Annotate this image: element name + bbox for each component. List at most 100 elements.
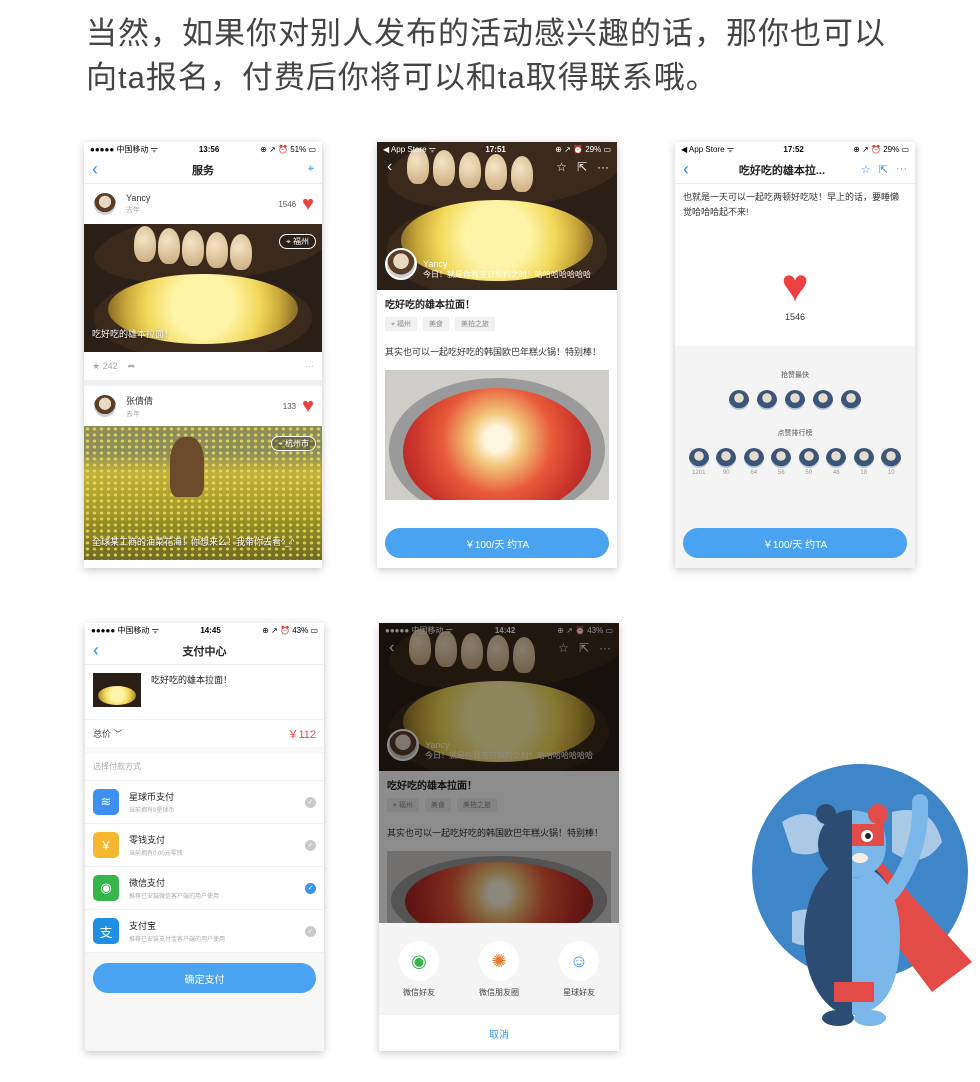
status-time: 17:52 (783, 144, 804, 154)
rank-item[interactable]: 50 (798, 448, 819, 476)
star-icon[interactable]: ★ 242 (92, 361, 118, 372)
author-overlay[interactable]: Yancy 今日！就是你我签订契约之时！哈哈哈哈哈哈哈 (385, 248, 591, 280)
location-tag[interactable]: ⌖ 杭州市 (271, 436, 316, 451)
back-icon[interactable]: ‹ (387, 158, 392, 176)
rank-item[interactable]: 56 (771, 448, 792, 476)
post-photo[interactable]: ⌖ 福州 吃好吃的雄本拉面！ (84, 224, 322, 352)
heart-icon[interactable]: ♥ (302, 396, 314, 416)
rank-item[interactable]: 48 (826, 448, 847, 476)
tag-label: 福州 (396, 321, 411, 328)
tag[interactable]: 美拍之旅 (454, 317, 495, 331)
status-bar: ◀ App Store ᯤ 17:51 ⊕ ↗ ⏰ 29% ▭ (377, 142, 617, 156)
payment-method-coin[interactable]: ≋ 星球币支付 当前拥有0星球币 ✓ (85, 781, 324, 824)
post-header[interactable]: 张倩倩 去年 133 ♥ (84, 386, 322, 426)
rank-count: 64 (750, 470, 758, 476)
share-targets: ◉ 微信好友 ✺ 微信朋友圈 ☺ 星球好友 (379, 923, 619, 998)
rank-item[interactable]: 90 (716, 448, 737, 476)
share-icon[interactable]: ⇱ (879, 163, 888, 176)
avatar (798, 448, 819, 468)
status-bar: ◀ App Store ᯤ 17:52 ⊕ ↗ ⏰ 29% ▭ (675, 142, 915, 156)
avatar[interactable] (813, 390, 833, 410)
intro-line-1: 当然，如果你对别人发布的活动感兴趣的话，那你也可以 (86, 16, 886, 51)
tag-location[interactable]: ⌖ 福州 (385, 317, 417, 331)
confirm-pay-button[interactable]: 确定支付 (93, 963, 316, 993)
location-tag[interactable]: ⌖ 福州 (279, 234, 316, 249)
order-title: 吃好吃的雄本拉面！ (151, 675, 233, 685)
header-actions: ☆ ⇱ ··· (556, 160, 609, 174)
share-label: 星球好友 (563, 988, 595, 997)
more-icon[interactable]: ··· (597, 160, 609, 174)
total-row[interactable]: 总价 ﹀ ￥112 (85, 719, 324, 747)
post-actions: ★ 242 ➦ ··· (84, 352, 322, 380)
post-body-photo[interactable] (385, 370, 609, 500)
heart-icon[interactable]: ♥ (302, 194, 314, 214)
rank-item[interactable]: 64 (743, 448, 764, 476)
rank-item[interactable]: 1201 (688, 448, 709, 476)
payment-method-alipay[interactable]: 支 支付宝 推荐已安装支付宝客户端的用户使用 ✓ (85, 910, 324, 953)
avatar[interactable] (785, 390, 805, 410)
book-button[interactable]: ￥100/天 约TA (385, 528, 609, 558)
payment-method-change[interactable]: ¥ 零钱支付 当前拥有0.00元零钱 ✓ (85, 824, 324, 867)
tag[interactable]: 美食 (422, 317, 449, 331)
post-caption: 吃好吃的雄本拉面！ (92, 329, 174, 339)
share-wechat-friend[interactable]: ◉ 微信好友 (399, 941, 439, 998)
post-photo[interactable]: ⌖ 杭州市 全球某工商的油菜花海！你想来么！我带你去看^_^ (84, 426, 322, 560)
avatar[interactable] (385, 248, 417, 280)
status-carrier: ◀ App Store ᯤ (681, 144, 735, 154)
payment-method-wechat[interactable]: ◉ 微信支付 推荐已安装微信客户端的用户使用 ✓ (85, 867, 324, 910)
screen-service-feed: ●●●●● 中国移动 ᯤ 13:56 ⊕ ↗ ⏰ 51% ▭ ‹ 服务 ⌖ Ya… (84, 142, 322, 568)
back-icon[interactable]: ‹ (93, 640, 113, 661)
rank-count: 18 (860, 470, 868, 476)
post-header[interactable]: Yancy 去年 1546 ♥ (84, 184, 322, 224)
avatar (853, 448, 874, 468)
location-pin-icon[interactable]: ⌖ (294, 163, 314, 176)
share-icon[interactable]: ➦ (128, 361, 136, 372)
avatar[interactable] (92, 393, 118, 419)
avatar (881, 448, 902, 468)
post-title: 吃好吃的雄本拉面！ (385, 300, 475, 311)
back-icon[interactable]: ‹ (683, 159, 703, 180)
star-outline-icon[interactable]: ☆ (556, 160, 567, 174)
status-time: 13:56 (198, 144, 220, 154)
avatar[interactable] (757, 390, 777, 410)
status-carrier: ●●●●● 中国移动 ᯤ (91, 625, 159, 635)
status-time: 17:51 (485, 144, 506, 154)
share-planet-friend[interactable]: ☺ 星球好友 (559, 941, 599, 998)
post-time: 去年 (126, 410, 140, 418)
method-name: 支付宝 (129, 921, 157, 931)
post-caption: 全球某工商的油菜花海！你想来么！我带你去看^_^ (92, 537, 295, 547)
heart-icon[interactable]: ♥ (675, 262, 915, 308)
post-time: 去年 (126, 207, 140, 214)
rank-item[interactable]: 18 (853, 448, 874, 476)
radio-check-selected[interactable]: ✓ (305, 882, 316, 894)
avatar[interactable] (841, 390, 861, 410)
order-item: 吃好吃的雄本拉面！ (85, 665, 324, 719)
radio-check[interactable]: ✓ (305, 796, 316, 808)
total-price: ￥112 (287, 728, 316, 741)
avatar[interactable] (92, 191, 118, 217)
book-button[interactable]: ￥100/天 约TA (683, 528, 907, 558)
radio-check[interactable]: ✓ (305, 839, 316, 851)
back-icon[interactable]: ‹ (92, 159, 112, 180)
more-icon[interactable]: ··· (305, 361, 314, 371)
post-body: 也就是一天可以一起吃两顿好吃哒！早上的话，要睡懒觉哈哈哈起不来! (683, 192, 900, 217)
star-outline-icon[interactable]: ☆ (861, 163, 871, 176)
post-author: Yancy (126, 193, 151, 203)
avatar[interactable] (729, 390, 749, 410)
screen-likes-ranking: ◀ App Store ᯤ 17:52 ⊕ ↗ ⏰ 29% ▭ ‹ 吃好吃的雄本… (675, 142, 915, 568)
rank-item[interactable]: 10 (881, 448, 902, 476)
wechat-icon: ◉ (93, 875, 119, 901)
like-count: 1546 (278, 199, 297, 209)
share-wechat-moments[interactable]: ✺ 微信朋友圈 (479, 941, 519, 998)
post-body: 其实也可以一起吃好吃的韩国欧巴年糕火锅！特别棒！ (385, 347, 602, 357)
share-icon[interactable]: ⇱ (577, 160, 587, 174)
status-bar: ●●●●● 中国移动 ᯤ 13:56 ⊕ ↗ ⏰ 51% ▭ (84, 142, 322, 156)
status-time: 14:45 (200, 625, 221, 635)
screen-share-sheet: ●●●●● 中国移动 ᯤ 14:42 ⊕ ↗ ⏰ 43% ▭ ‹ ☆ ⇱ ···… (379, 623, 619, 1051)
like-block: ♥ 1546 (675, 262, 915, 322)
share-label: 微信朋友圈 (479, 988, 519, 997)
method-desc: 推荐已安装支付宝客户端的用户使用 (129, 937, 226, 943)
radio-check[interactable]: ✓ (305, 925, 316, 937)
cancel-button[interactable]: 取消 (379, 1015, 619, 1051)
more-icon[interactable]: ··· (896, 163, 907, 176)
